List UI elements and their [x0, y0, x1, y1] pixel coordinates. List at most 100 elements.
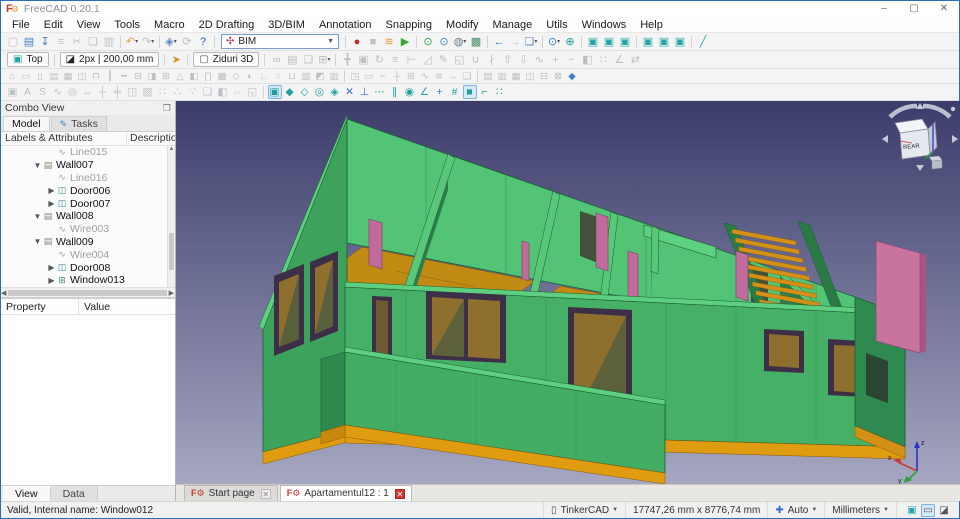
tab-data[interactable]: Data [50, 486, 98, 501]
bim-fence-icon[interactable]: ▩ [216, 70, 229, 82]
bim-door-icon[interactable]: ◨ [146, 70, 159, 82]
draft-edit-icon[interactable]: ✎ [436, 52, 451, 67]
save-icon[interactable]: ↧ [38, 34, 53, 49]
draft-move-icon[interactable]: ╋ [340, 52, 355, 67]
shape-string-icon[interactable]: S [36, 85, 50, 99]
draft-remove-point-icon[interactable]: − [564, 52, 579, 67]
bezier-icon[interactable]: ∿ [51, 85, 65, 99]
menu-tools[interactable]: Tools [107, 17, 147, 33]
snap-working-plane-icon[interactable]: ■ [462, 85, 477, 99]
zoom-in-icon[interactable]: ⊙ ▾ [547, 34, 562, 49]
tree-item-door008[interactable]: ▶ ◫ Door008 [1, 261, 167, 274]
collapse-arrow-icon[interactable]: ▼ [33, 161, 42, 170]
bim-level-icon[interactable]: ▤ [48, 70, 61, 82]
draft-trimex-icon[interactable]: ⊢ [404, 52, 419, 67]
menu-modify[interactable]: Modify [439, 17, 485, 33]
ifc-diff-icon[interactable]: ▥ [496, 70, 509, 82]
axis-icon[interactable]: ┼ [96, 85, 110, 99]
scroll-thumb[interactable] [169, 233, 174, 271]
snap-center-icon[interactable]: ◎ [313, 85, 327, 99]
current-view-button[interactable]: ▣ Top [7, 52, 49, 67]
bim-annotation-icon[interactable]: ⌐ [377, 70, 390, 82]
snap-lock-icon[interactable]: ▣ [267, 85, 282, 99]
tree-item-wall008[interactable]: ▼ ▤ Wall008 [1, 210, 167, 223]
menu-macro[interactable]: Macro [147, 17, 192, 33]
macro-edit-icon[interactable]: ≋ [382, 34, 397, 49]
bim-building-icon[interactable]: ▯ [34, 70, 47, 82]
bim-pipe-icon[interactable]: ○ [272, 70, 285, 82]
navigation-style-selector[interactable]: ▯ TinkerCAD ▼ [543, 502, 625, 518]
bim-site-icon[interactable]: ▭ [20, 70, 33, 82]
working-plane-status-icon[interactable]: ▣ [905, 504, 919, 517]
bim-rebar-icon[interactable]: ∟ [258, 70, 271, 82]
snap-near-icon[interactable]: ∠ [418, 85, 432, 99]
bim-dimension-icon[interactable]: ↔ [447, 70, 460, 82]
draft-add-point-icon[interactable]: + [548, 52, 563, 67]
bim-grid-icon[interactable]: ⊞ [405, 70, 418, 82]
walls-3d-button[interactable]: ▢ Ziduri 3D [193, 52, 260, 67]
menu-edit[interactable]: Edit [37, 17, 70, 33]
redo-icon[interactable]: ↷ ▾ [141, 34, 156, 49]
mirror-icon[interactable]: ◧ [216, 85, 230, 99]
bim-space-icon[interactable]: ▦ [62, 70, 75, 82]
bim-window-icon[interactable]: ⊞ [160, 70, 173, 82]
dimension-icon[interactable]: ↔ [81, 85, 95, 99]
undo-icon[interactable]: ↶ ▾ [125, 34, 140, 49]
snap-grid-icon[interactable]: # [448, 85, 462, 99]
ifc-compress-icon[interactable]: ◫ [524, 70, 537, 82]
tree-item-line015[interactable]: ∿ Line015 [1, 146, 167, 159]
path-array-icon[interactable]: ∴ [171, 85, 185, 99]
menu-file[interactable]: File [5, 17, 37, 33]
linked-view-icon[interactable]: ❏ ▾ [524, 34, 539, 49]
bim-sketch-icon[interactable]: ∿ [419, 70, 432, 82]
draft-copy-icon[interactable]: ▣ [356, 52, 371, 67]
bim-text-icon[interactable]: ≋ [433, 70, 446, 82]
share-icon[interactable]: ⊞ ▾ [317, 52, 332, 67]
workbench-selector[interactable]: ✣ BIM ▼ [221, 34, 339, 49]
property-column-header[interactable]: Property [1, 299, 79, 314]
close-tab-icon[interactable]: ✕ [394, 488, 405, 499]
fit-all-icon[interactable]: ⊕ [563, 34, 578, 49]
bim-truss-icon[interactable]: ◇ [230, 70, 243, 82]
tree-item-wall009[interactable]: ▼ ▤ Wall009 [1, 236, 167, 249]
snap-mode-selector[interactable]: ✚ Auto ▼ [767, 502, 824, 518]
document-tab-start-page[interactable]: F⚙ Start page ✕ [184, 485, 278, 501]
draft-split-icon[interactable]: ∤ [484, 52, 499, 67]
image-plane-icon[interactable]: ▣ [6, 85, 20, 99]
ortho-array-icon[interactable]: ∷ [156, 85, 170, 99]
bim-panel-icon[interactable]: ◧ [188, 70, 201, 82]
collapse-arrow-icon[interactable]: ▼ [33, 212, 42, 221]
bim-schedule-icon[interactable]: ▥ [328, 70, 341, 82]
menu-annotation[interactable]: Annotation [312, 17, 379, 33]
draft-slope-icon[interactable]: ∠ [612, 52, 627, 67]
menu-manage[interactable]: Manage [485, 17, 539, 33]
paste-icon[interactable]: ▥ [102, 34, 117, 49]
tab-view[interactable]: View [3, 486, 51, 501]
menu-view[interactable]: View [70, 17, 108, 33]
label-icon[interactable]: ◎ [66, 85, 80, 99]
snap-dimensions-icon[interactable]: ⌐ [478, 85, 492, 99]
draft-scale-icon[interactable]: ◿ [420, 52, 435, 67]
maximize-button[interactable]: ▢ [899, 1, 929, 17]
draw-style-icon[interactable]: ◍ ▾ [453, 34, 468, 49]
viewport-3d[interactable]: REAR z x y [176, 101, 960, 484]
tree-item-line016[interactable]: ∿ Line016 [1, 172, 167, 185]
rear-view-icon[interactable]: ▣ [657, 34, 672, 49]
minimize-button[interactable]: – [869, 1, 899, 17]
macro-stop-icon[interactable]: ■ [366, 34, 381, 49]
selection-mode-icon[interactable]: ▭ [921, 503, 935, 517]
tree-item-window013[interactable]: ▶ ⊞ Window013 [1, 274, 167, 287]
bim-connector-icon[interactable]: ⊔ [286, 70, 299, 82]
hatch-icon[interactable]: ▨ [141, 85, 155, 99]
ifc-lock-icon[interactable]: ⊠ [552, 70, 565, 82]
menu-3d-bim[interactable]: 3D/BIM [261, 17, 312, 33]
tree-item-wire004[interactable]: ∿ Wire004 [1, 248, 167, 261]
new-file-icon[interactable]: ▢ [6, 34, 21, 49]
expand-arrow-icon[interactable]: ▶ [47, 186, 56, 195]
zoom-icon[interactable]: ⊙ [437, 34, 452, 49]
units-selector[interactable]: Millimeters ▼ [824, 502, 896, 518]
bim-beam-icon[interactable]: ━ [118, 70, 131, 82]
nav-back-icon[interactable]: ← [492, 34, 507, 49]
measure-icon[interactable]: ╱ [696, 34, 711, 49]
close-tab-icon[interactable]: ✕ [260, 488, 271, 499]
